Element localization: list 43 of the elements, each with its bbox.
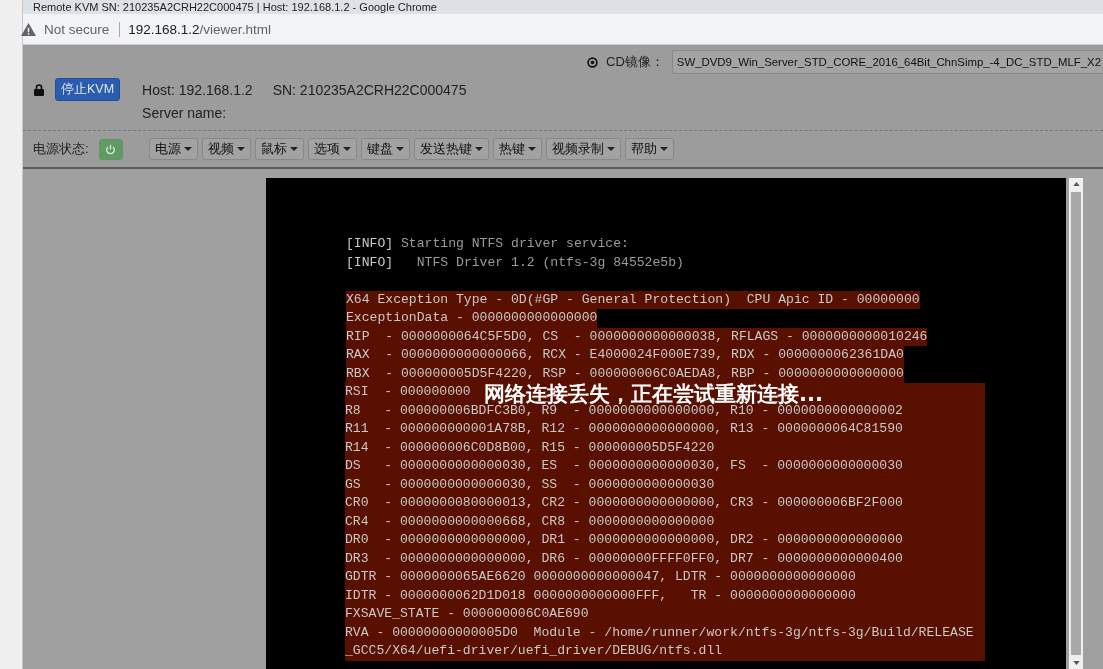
console-line: GS - 0000000000000030, SS - 0000000000000030 <box>345 475 715 494</box>
console-line: R14 - 000000006C0D8B00, R15 - 000000005D5F4220 <box>345 438 715 457</box>
server-name-label: Server name: <box>142 105 228 121</box>
menu-dropdown[interactable]: 电源 <box>148 138 198 160</box>
console-line: DS - 0000000000000030, ES - 0000000000000030, FS - 0000000000000030 <box>345 457 903 475</box>
menu-dropdown[interactable]: 选项 <box>307 138 357 160</box>
cd-image-select[interactable]: SW_DVD9_Win_Server_STD_CORE_2016_64Bit_ChnSimp_-4_DC_STD_MLF_X2 <box>671 50 1103 74</box>
power-button[interactable] <box>98 138 123 160</box>
console-line: _GCC5/X64/uefi-driver/uefi_driver/DEBUG/ntfs.dll <box>345 642 723 660</box>
console-line: GDTR - 0000000065AE6620 0000000000000047, LDTR - 0000000000000000 <box>345 568 856 586</box>
power-icon <box>105 143 117 155</box>
console-line: [INFO] NTFS Driver 1.2 (ntfs-3g 84552e5b) <box>346 253 685 272</box>
menu-dropdown[interactable]: 发送热键 <box>413 138 489 160</box>
lock-icon <box>34 83 44 96</box>
menu-dropdown[interactable]: 热键 <box>492 138 542 160</box>
menu-dropdown[interactable]: 帮助 <box>624 138 674 160</box>
window-title: Remote KVM SN: 210235A2CRH22C000475 | Host: 192.168.1.2 - Google Chrome <box>33 0 437 14</box>
up-arrow-icon <box>1072 182 1080 186</box>
menu-dropdown[interactable]: 鼠标 <box>254 138 304 160</box>
stop-kvm-button[interactable]: 停止KVM <box>55 78 121 101</box>
remote-console-screen[interactable] <box>266 178 1066 669</box>
serial-number-text: SN: 210235A2CRH22C000475 <box>272 81 467 98</box>
security-status[interactable]: Not secure <box>44 21 121 37</box>
console-line: DR3 - 0000000000000000, DR6 - 00000000FFFF0FF0, DR7 - 0000000000000400 <box>345 549 903 568</box>
menu-dropdown[interactable]: 键盘 <box>360 138 410 160</box>
console-line: [INFO] Starting NTFS driver service: <box>346 235 630 253</box>
console-line: FXSAVE_STATE - 000000006C0AE690 <box>345 605 589 623</box>
console-line: RVA - 00000000000005D0 Module - /home/runner/work/ntfs-3g/ntfs-3g/Build/RELEASE <box>345 623 974 642</box>
scrollbar[interactable] <box>1069 178 1083 669</box>
power-status-label: 电源状态: <box>33 140 89 158</box>
down-arrow-icon <box>1072 661 1080 665</box>
console-line: DR0 - 0000000000000000, DR1 - 0000000000000000, DR2 - 0000000000000000 <box>345 531 903 549</box>
menu-dropdown[interactable]: 视频 <box>201 138 251 160</box>
console-line: CR4 - 0000000000000668, CR8 - 0000000000000000 <box>345 512 715 531</box>
cd-image-label: CD镜像： <box>606 53 664 71</box>
host-text: Host: 192.168.1.2 <box>142 81 253 98</box>
disc-icon <box>587 56 599 68</box>
console-line: CR0 - 0000000080000013, CR2 - 0000000000000000, CR3 - 000000006BF2F000 <box>345 494 903 512</box>
console-line: IDTR - 0000000062D1D018 0000000000000FFF, TR - 0000000000000000 <box>345 586 856 605</box>
console-line: R11 - 000000000001A78B, R12 - 0000000000000000, R13 - 0000000064C81590 <box>345 420 903 438</box>
console-line: RSI - 000000000 <box>345 383 471 401</box>
menu-dropdown[interactable]: 视频录制 <box>545 138 621 160</box>
url-field[interactable]: 192.168.1.2/viewer.html <box>128 21 271 37</box>
